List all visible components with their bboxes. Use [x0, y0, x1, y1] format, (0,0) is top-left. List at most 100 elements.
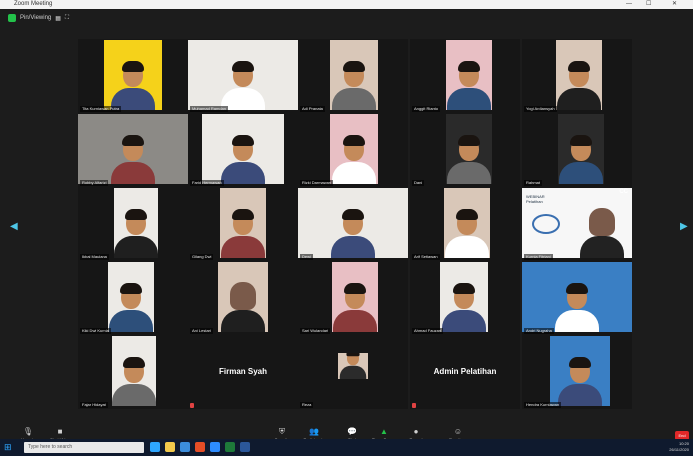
participant-tile[interactable]: Andri Nugraha — [522, 261, 632, 335]
participant-name: Ikbal Maulana — [80, 254, 109, 260]
participant-tile[interactable]: WEBINAR Pelatihan CC Kurnia Fitriani — [522, 187, 632, 261]
participant-figure — [111, 135, 155, 184]
participant-name: Ahmad Fauzan — [412, 328, 444, 334]
participant-tile[interactable]: Robby Alfarizi — [78, 113, 188, 187]
participant-tile[interactable]: Arif Setiawan — [410, 187, 520, 261]
participant-figure — [559, 135, 603, 184]
slide-logo-icon — [532, 214, 560, 234]
participant-tile[interactable]: Kiki Dwi Kurnia — [78, 261, 188, 335]
participant-tile[interactable]: Yogi Ardiansyah — [522, 39, 632, 113]
close-button[interactable]: ✕ — [672, 0, 677, 9]
participant-tile[interactable]: Sari Wulandari — [298, 261, 408, 335]
participant-name: Tita Kurniawan Putra — [80, 106, 122, 112]
participant-figure — [221, 282, 265, 332]
shared-slide-text: WEBINAR Pelatihan — [526, 194, 545, 204]
participant-video — [440, 262, 488, 332]
participant-tile[interactable]: Muhamad Ramdan — [188, 39, 298, 113]
muted-mic-icon — [190, 403, 194, 408]
participant-figure — [112, 357, 156, 406]
fullscreen-icon[interactable]: ⛶ — [65, 15, 69, 22]
word-icon[interactable] — [240, 442, 250, 452]
participant-tile[interactable]: Gilang Dwi — [188, 187, 298, 261]
participant-name: Dewi — [300, 254, 313, 260]
participant-figure — [111, 61, 155, 110]
participant-tile[interactable]: Ahmad Fauzan — [410, 261, 520, 335]
maximize-button[interactable]: ☐ — [646, 0, 651, 9]
participant-tile[interactable]: Anggit Rianto — [410, 39, 520, 113]
participant-tile[interactable]: Rizki Darmawan — [298, 113, 408, 187]
participant-name: Fajar Hidayat — [80, 402, 108, 408]
participant-tile[interactable]: Dewi — [298, 187, 408, 261]
participant-name: Reza — [300, 402, 314, 408]
next-page-arrow-icon[interactable]: ▶ — [680, 221, 688, 232]
participant-video — [558, 114, 604, 184]
participant-figure — [555, 283, 599, 332]
excel-icon[interactable] — [225, 442, 235, 452]
zoom-icon[interactable] — [210, 442, 220, 452]
participant-figure — [332, 61, 376, 110]
participant-name: Yogi Ardiansyah — [524, 106, 557, 112]
participant-tile[interactable]: Ani Lestari — [188, 261, 298, 335]
participant-figure — [580, 208, 624, 258]
chrome-icon[interactable] — [195, 442, 205, 452]
participant-figure — [109, 283, 153, 332]
topbar: Pin/Viewing ▦ ⛶ — [8, 12, 69, 24]
participant-tile[interactable]: Tita Kurniawan Putra — [78, 39, 188, 113]
window-title: Zoom Meeting — [14, 1, 53, 7]
record-icon: ● — [413, 427, 419, 436]
participant-figure — [447, 135, 491, 184]
participant-figure — [221, 135, 265, 184]
participant-tile[interactable]: Firman Syah — [188, 335, 298, 409]
participant-tile[interactable]: Hendra Kurniawan — [522, 335, 632, 409]
view-label[interactable]: Pin/Viewing — [20, 15, 51, 21]
participant-video — [112, 336, 156, 406]
edge-icon[interactable] — [180, 442, 190, 452]
participant-video — [444, 188, 490, 258]
participant-tile[interactable]: Ikbal Maulana — [78, 187, 188, 261]
taskbar-search-input[interactable]: Type here to search — [24, 442, 144, 453]
participant-video — [446, 40, 492, 110]
participant-video — [550, 336, 610, 406]
participant-figure — [442, 283, 486, 332]
file-explorer-icon[interactable] — [165, 442, 175, 452]
participant-name: Hendra Kurniawan — [524, 402, 562, 408]
participant-tile[interactable]: Fajar Hidayat — [78, 335, 188, 409]
shield-icon[interactable] — [8, 14, 16, 22]
participant-name: Kiki Dwi Kurnia — [80, 328, 111, 334]
participant-name: Rahmat — [524, 180, 543, 186]
windows-start-icon[interactable]: ⊞ — [4, 443, 12, 452]
previous-page-arrow-icon[interactable]: ◀ — [10, 221, 18, 232]
participant-video — [108, 262, 154, 332]
system-tray[interactable]: 10:20 26/11/2020 — [669, 441, 689, 453]
participant-video — [104, 40, 162, 110]
participant-name: Gilang Dwi — [190, 254, 214, 260]
meeting-window: Pin/Viewing ▦ ⛶ ◀ ▶ Tita Kurniawan Putra… — [0, 9, 693, 448]
participant-name: Arif Setiawan — [412, 254, 440, 260]
participant-name: Andri Nugraha — [524, 328, 554, 334]
muted-mic-icon — [412, 403, 416, 408]
participant-name: Ani Lestari — [190, 328, 213, 334]
participant-video — [298, 188, 408, 258]
participant-tile[interactable]: Rahmat — [522, 113, 632, 187]
participant-figure — [445, 209, 489, 258]
participant-tile[interactable]: Dani — [410, 113, 520, 187]
taskbar-apps — [150, 442, 250, 452]
window-titlebar: Zoom Meeting — ☐ ✕ — [0, 0, 693, 9]
tray-date: 26/11/2020 — [669, 447, 689, 452]
participant-video — [114, 188, 158, 258]
minimize-button[interactable]: — — [626, 0, 632, 9]
participants-icon: 👥 — [309, 427, 319, 436]
participant-tile[interactable]: Farid Hermawan — [188, 113, 298, 187]
taskview-icon[interactable] — [150, 442, 160, 452]
grid-icon[interactable]: ▦ — [55, 15, 61, 22]
participant-tile[interactable]: Admin Pelatihan — [410, 335, 520, 409]
participant-video — [446, 114, 492, 184]
participant-tile[interactable]: Reza — [298, 335, 408, 409]
participant-figure — [558, 357, 602, 406]
participant-name: Anggit Rianto — [412, 106, 441, 112]
windows-taskbar: ⊞ Type here to search 10:20 26/11/2020 — [0, 439, 693, 456]
participant-tile[interactable]: Adi Pranata — [298, 39, 408, 113]
participant-video — [332, 262, 378, 332]
closed-caption-badge: CC — [619, 189, 628, 195]
participant-name: Muhamad Ramdan — [190, 106, 229, 112]
